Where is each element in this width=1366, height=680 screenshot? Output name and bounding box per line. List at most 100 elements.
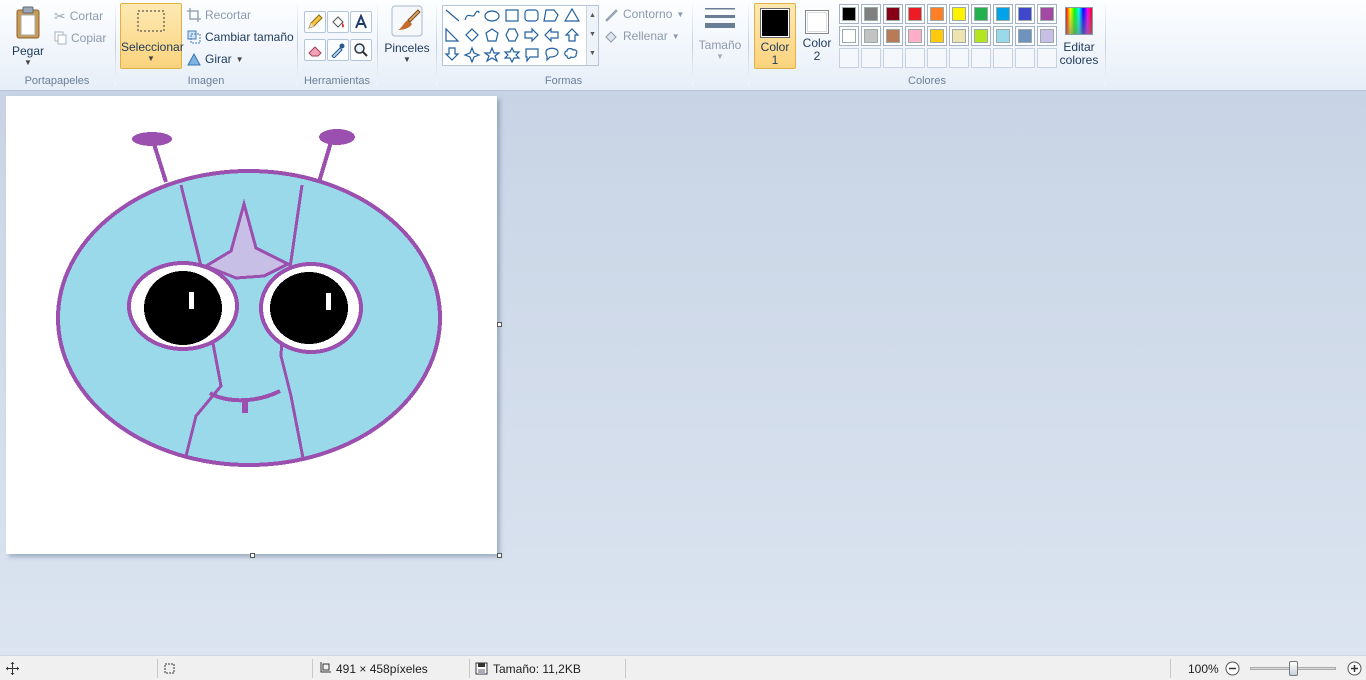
- palette-swatch[interactable]: [839, 4, 859, 24]
- fill-label: Rellenar: [623, 29, 668, 43]
- resize-handle-corner[interactable]: [497, 553, 502, 558]
- selection-icon: [164, 663, 175, 674]
- canvas-size-icon: [320, 662, 331, 673]
- paste-label: Pegar: [11, 44, 45, 58]
- palette-swatch[interactable]: [927, 4, 947, 24]
- four-point-star-shape-icon: [463, 46, 481, 64]
- palette-swatch[interactable]: [883, 4, 903, 24]
- outline-button[interactable]: Contorno ▼: [604, 4, 684, 24]
- color1-button[interactable]: Color 1: [754, 3, 796, 69]
- edit-colors-label-2: colores: [1059, 53, 1099, 67]
- scroll-down-icon[interactable]: ▼: [587, 25, 598, 44]
- palette-swatch[interactable]: [1015, 26, 1035, 46]
- palette-swatch[interactable]: [927, 26, 947, 46]
- text-icon: [355, 14, 367, 29]
- separator: [692, 4, 693, 86]
- palette-swatch-empty[interactable]: [971, 48, 991, 68]
- select-button[interactable]: Seleccionar ▼: [120, 3, 184, 69]
- palette-swatch[interactable]: [839, 26, 859, 46]
- up-arrow-shape-icon: [564, 28, 580, 42]
- magnifier-icon: [354, 43, 368, 57]
- zoom-slider-thumb[interactable]: [1289, 661, 1298, 676]
- palette-swatch-empty[interactable]: [949, 48, 969, 68]
- paint-bucket-icon: [332, 16, 344, 28]
- oval-callout-shape-icon: [545, 47, 559, 62]
- scroll-up-icon[interactable]: ▲: [587, 6, 598, 25]
- rotate-button[interactable]: Girar ▼: [187, 49, 244, 69]
- down-arrow-shape-icon: [444, 47, 460, 61]
- zoom-level-text: 100%: [1188, 661, 1219, 676]
- palette-swatch[interactable]: [993, 26, 1013, 46]
- right-triangle-shape-icon: [445, 27, 460, 42]
- crop-button[interactable]: Recortar: [187, 5, 251, 25]
- palette-swatch[interactable]: [949, 26, 969, 46]
- crop-icon: [187, 8, 201, 22]
- resize-handle-right[interactable]: [497, 322, 502, 327]
- palette-swatch-empty[interactable]: [927, 48, 947, 68]
- separator: [377, 4, 378, 86]
- crosshair-icon: [6, 662, 19, 675]
- selection-size: [163, 656, 176, 680]
- palette-swatch[interactable]: [861, 26, 881, 46]
- palette-swatch-empty[interactable]: [993, 48, 1013, 68]
- outline-icon: [605, 8, 618, 22]
- palette-swatch[interactable]: [1015, 4, 1035, 24]
- drawing-canvas[interactable]: [6, 96, 497, 554]
- color-spectrum-icon: [1065, 7, 1093, 35]
- status-separator: [469, 659, 470, 678]
- canvas-workspace[interactable]: [0, 91, 1366, 655]
- palette-swatch[interactable]: [883, 26, 903, 46]
- palette-swatch-empty[interactable]: [1037, 48, 1057, 68]
- left-arrow-shape-icon: [544, 27, 559, 43]
- cut-button[interactable]: ✂ Cortar: [54, 6, 103, 26]
- fill-button[interactable]: Rellenar ▼: [604, 26, 680, 46]
- pencil-tool[interactable]: [304, 11, 326, 33]
- palette-swatch[interactable]: [905, 26, 925, 46]
- palette-swatch[interactable]: [1037, 26, 1057, 46]
- edit-colors-button[interactable]: Editar colores: [1058, 4, 1100, 70]
- zoom-out-button[interactable]: [1225, 656, 1240, 680]
- chevron-down-icon: ▼: [676, 9, 685, 19]
- palette-swatch-empty[interactable]: [1015, 48, 1035, 68]
- paste-button[interactable]: Pegar ▼: [8, 4, 48, 67]
- clipboard-group-label: Portapapeles: [24, 75, 90, 87]
- copy-button[interactable]: Copiar: [54, 28, 106, 48]
- image-dimensions-text: 491 × 458píxeles: [336, 661, 428, 676]
- color1-number: 1: [771, 53, 779, 67]
- palette-swatch[interactable]: [1037, 4, 1057, 24]
- palette-swatch[interactable]: [971, 4, 991, 24]
- resize-button[interactable]: Cambiar tamaño: [187, 27, 294, 47]
- status-bar: 491 × 458píxeles Tamaño: 11,2KB 100%: [0, 655, 1366, 680]
- minus-circle-icon: [1225, 661, 1240, 676]
- size-button[interactable]: Tamaño ▼: [696, 4, 744, 66]
- palette-swatch-empty[interactable]: [883, 48, 903, 68]
- chevron-down-icon: ▼: [235, 54, 244, 64]
- color-picker-tool[interactable]: [327, 39, 349, 61]
- hexagon-shape-icon: [505, 28, 519, 42]
- size-label: Tamaño: [698, 38, 742, 52]
- color2-fill: [807, 12, 827, 32]
- fill-tool[interactable]: [327, 11, 349, 33]
- palette-swatch-empty[interactable]: [839, 48, 859, 68]
- resize-handle-bottom[interactable]: [250, 553, 255, 558]
- zoom-in-button[interactable]: [1347, 656, 1362, 680]
- gallery-scrollbar[interactable]: ▲ ▼ ▼: [586, 6, 598, 65]
- gallery-more-icon[interactable]: ▼: [587, 44, 598, 63]
- palette-swatch[interactable]: [861, 4, 881, 24]
- magnifier-tool[interactable]: [350, 39, 372, 61]
- palette-swatch[interactable]: [971, 26, 991, 46]
- outline-label: Contorno: [623, 7, 673, 21]
- eraser-tool[interactable]: [304, 39, 326, 61]
- palette-swatch-empty[interactable]: [905, 48, 925, 68]
- tools-group: Herramientas: [298, 2, 376, 89]
- palette-swatch[interactable]: [993, 4, 1013, 24]
- palette-swatch[interactable]: [949, 4, 969, 24]
- copy-label: Copiar: [71, 31, 107, 45]
- palette-swatch[interactable]: [905, 4, 925, 24]
- brushes-button[interactable]: Pinceles ▼: [380, 4, 434, 66]
- palette-swatch-empty[interactable]: [861, 48, 881, 68]
- select-rectangle-icon: [137, 10, 165, 32]
- text-tool[interactable]: [350, 11, 372, 33]
- zoom-slider[interactable]: [1250, 656, 1336, 680]
- color2-button[interactable]: Color 2: [798, 3, 836, 69]
